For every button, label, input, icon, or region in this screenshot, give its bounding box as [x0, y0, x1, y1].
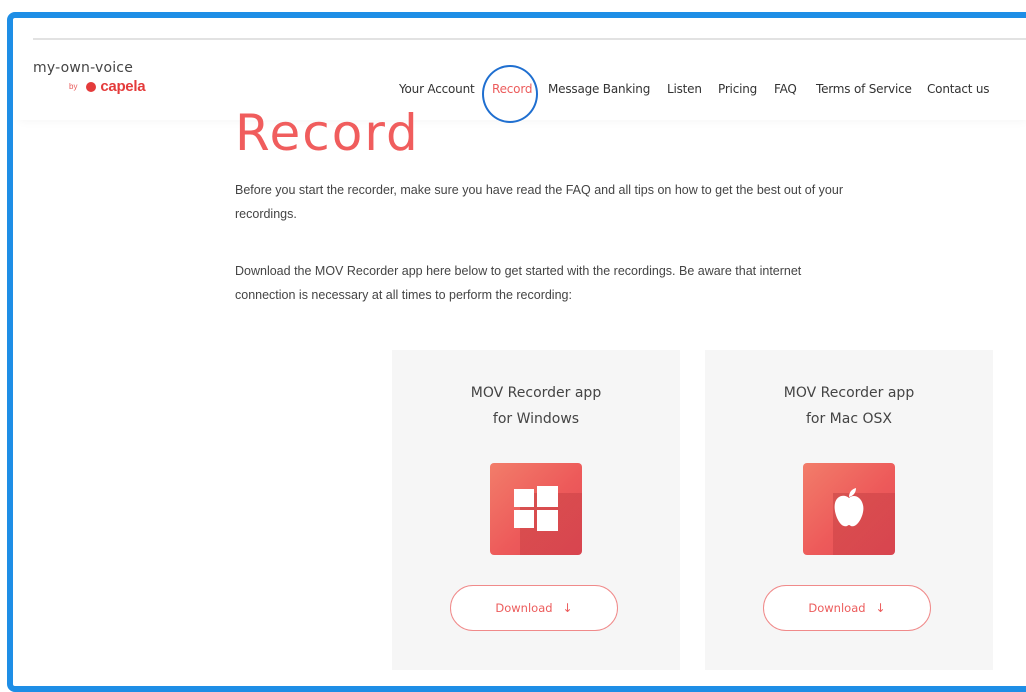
card-title: MOV Recorder app for Windows [392, 380, 680, 432]
apple-icon [803, 463, 895, 555]
screenshot-frame: my-own-voice by capela Your Account Reco… [7, 12, 1026, 692]
download-arrow-icon: ↓ [875, 601, 886, 615]
nav-terms-of-service[interactable]: Terms of Service [816, 82, 912, 96]
download-label: Download [808, 601, 866, 615]
nav-faq[interactable]: FAQ [774, 82, 797, 96]
record-highlight-ring [482, 65, 538, 123]
download-arrow-icon: ↓ [562, 601, 573, 615]
intro-paragraph: Before you start the recorder, make sure… [235, 183, 843, 221]
card-title-line2: for Windows [492, 411, 580, 427]
nav-your-account[interactable]: Your Account [399, 82, 475, 96]
nav-contact-us[interactable]: Contact us [927, 82, 990, 96]
logo-sub: by capela [69, 78, 146, 96]
logo-brand: capela [100, 78, 146, 95]
card-title-line1: MOV Recorder app [470, 385, 602, 401]
download-label: Download [495, 601, 553, 615]
windows-icon [490, 463, 582, 555]
site-header: my-own-voice by capela Your Account Reco… [13, 40, 1026, 123]
mac-download-card: MOV Recorder app for Mac OSX Download ↓ [705, 350, 993, 670]
logo-name: my-own-voice [33, 60, 134, 76]
download-windows-button[interactable]: Download ↓ [450, 585, 618, 631]
card-title: MOV Recorder app for Mac OSX [705, 380, 993, 432]
download-mac-button[interactable]: Download ↓ [763, 585, 931, 631]
card-title-line1: MOV Recorder app [783, 385, 915, 401]
capela-dot-icon [85, 82, 96, 92]
nav-message-banking[interactable]: Message Banking [548, 82, 650, 96]
page-title: Record [235, 104, 420, 162]
windows-download-card: MOV Recorder app for Windows Download ↓ [392, 350, 680, 670]
site-logo[interactable]: my-own-voice by capela [33, 60, 146, 95]
card-title-line2: for Mac OSX [805, 411, 892, 427]
logo-by: by [69, 82, 78, 91]
download-paragraph: Download the MOV Recorder app here below… [235, 264, 802, 302]
nav-listen[interactable]: Listen [667, 82, 702, 96]
nav-pricing[interactable]: Pricing [718, 82, 757, 96]
